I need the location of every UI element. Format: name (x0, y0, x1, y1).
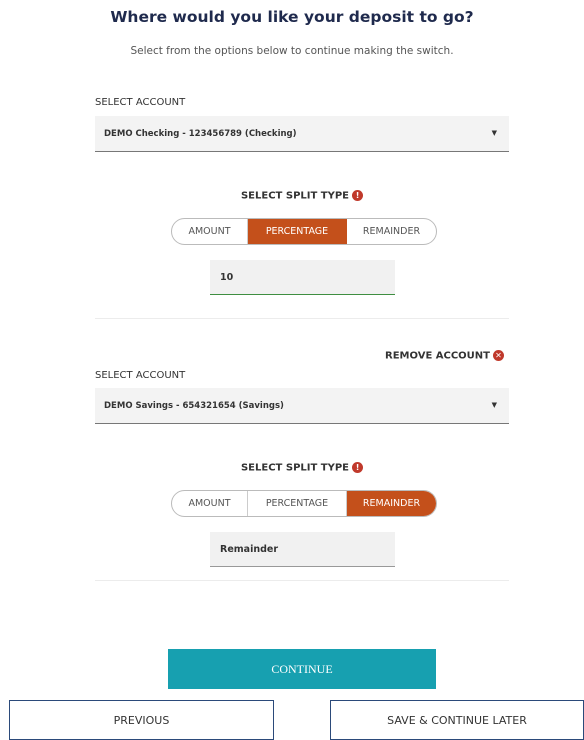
remainder-input: Remainder (210, 532, 395, 567)
split-type-title: SELECT SPLIT TYPE! (0, 462, 584, 474)
select-account-label: SELECT ACCOUNT (95, 370, 186, 381)
info-circle-icon[interactable]: ! (352, 462, 364, 473)
percentage-input[interactable]: 10 (210, 260, 395, 295)
continue-button[interactable]: CONTINUE (168, 649, 436, 689)
account-select[interactable]: DEMO Savings - 654321654 (Savings) ▼ (95, 388, 509, 424)
split-option-amount[interactable]: AMOUNT (172, 219, 248, 244)
account-select[interactable]: DEMO Checking - 123456789 (Checking) ▼ (95, 116, 509, 152)
close-circle-icon[interactable]: ✕ (493, 350, 504, 361)
split-option-percentage[interactable]: PERCENTAGE (248, 219, 347, 244)
select-account-label: SELECT ACCOUNT (95, 97, 186, 108)
split-type-toggle[interactable]: AMOUNT PERCENTAGE REMAINDER (171, 218, 437, 245)
split-type-label: SELECT SPLIT TYPE (240, 190, 350, 202)
split-type-title: SELECT SPLIT TYPE! (0, 190, 584, 202)
split-option-percentage[interactable]: PERCENTAGE (248, 491, 347, 516)
section-divider (95, 580, 509, 581)
split-type-label: SELECT SPLIT TYPE (240, 462, 350, 474)
section-divider (95, 318, 509, 319)
account-select-value: DEMO Savings - 654321654 (Savings) (104, 401, 284, 411)
page-subtitle: Select from the options below to continu… (130, 45, 454, 57)
split-type-toggle[interactable]: AMOUNT PERCENTAGE REMAINDER (171, 490, 437, 517)
caret-down-icon: ▼ (491, 129, 497, 137)
remove-account-button[interactable]: REMOVE ACCOUNT ✕ (385, 350, 504, 362)
account-select-value: DEMO Checking - 123456789 (Checking) (104, 129, 297, 139)
caret-down-icon: ▼ (491, 401, 497, 409)
info-circle-icon[interactable]: ! (352, 190, 364, 201)
save-continue-later-button[interactable]: SAVE & CONTINUE LATER (330, 700, 584, 740)
split-option-remainder[interactable]: REMAINDER (347, 491, 436, 516)
page-title: Where would you like your deposit to go? (110, 8, 474, 26)
remove-account-label: REMOVE ACCOUNT (385, 350, 490, 362)
previous-button[interactable]: PREVIOUS (9, 700, 274, 740)
split-option-amount[interactable]: AMOUNT (172, 491, 248, 516)
split-option-remainder[interactable]: REMAINDER (347, 219, 436, 244)
